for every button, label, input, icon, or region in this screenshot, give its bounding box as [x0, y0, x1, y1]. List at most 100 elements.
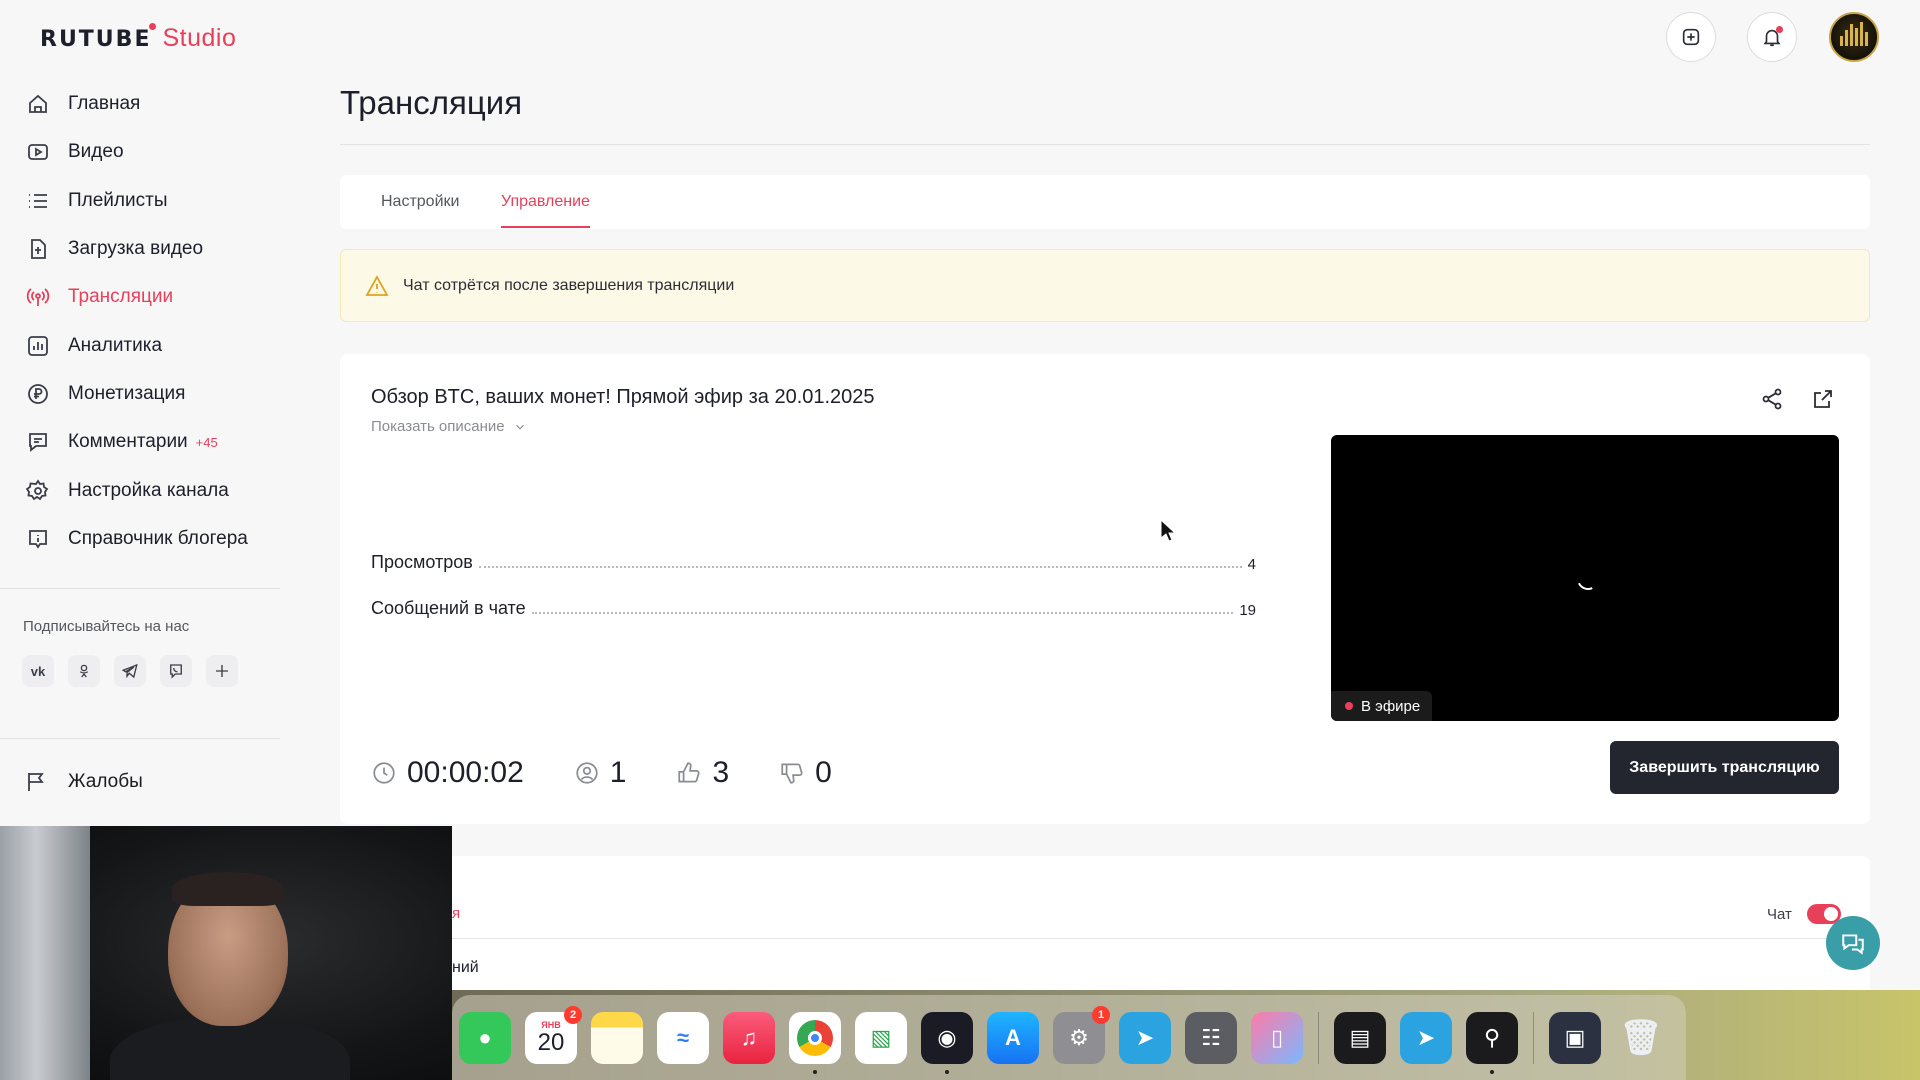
show-description-toggle[interactable]: Показать описание	[371, 418, 527, 435]
playlist-icon	[24, 187, 52, 215]
sidebar-item-label: Главная	[68, 93, 141, 115]
running-indicator	[945, 1069, 949, 1074]
viber-icon[interactable]	[160, 655, 192, 687]
obs-app-icon[interactable]: ◉	[921, 1011, 973, 1074]
live-label: В эфире	[1361, 697, 1421, 715]
sidebar-item-video[interactable]: Видео	[24, 128, 284, 176]
rutube-studio-logo[interactable]: RUTUBE Studio	[40, 23, 237, 58]
messages-app-icon[interactable]: ●	[459, 1011, 511, 1064]
sidebar-item-home[interactable]: Главная	[24, 80, 284, 128]
notes-app-icon[interactable]	[591, 1011, 643, 1064]
calculator-app-icon[interactable]: ☷	[1185, 1011, 1237, 1064]
home-icon	[24, 90, 52, 118]
video-icon	[24, 138, 52, 166]
trash-icon[interactable]: 🗑	[1615, 1012, 1667, 1064]
comments-count-badge: +45	[195, 434, 218, 450]
sidebar-item-channel-settings[interactable]: Настройка канала	[24, 466, 284, 514]
webcam-background	[0, 826, 90, 1080]
dock-separator	[1318, 1011, 1319, 1064]
share-icon	[1762, 388, 1782, 410]
dislikes-value: 0	[815, 756, 832, 789]
analytics-icon	[24, 332, 52, 360]
tab-settings[interactable]: Настройки	[381, 193, 459, 211]
follow-us-label: Подписывайтесь на нас	[23, 618, 190, 635]
chat-panel-subheading: ний	[452, 959, 479, 976]
duration-metric: 00:00:02	[371, 756, 524, 790]
chat-toggle-label: Чат	[1767, 906, 1792, 923]
ok-icon[interactable]	[68, 655, 100, 687]
macos-dock: ● ЯНВ 20 2 ≈ ♫ ▧ ◉ A ⚙ 1 ➤ ☷ ▯ ▤ ➤ ⚲ ▣ 🗑	[452, 995, 1686, 1080]
webcam-person-hair	[172, 872, 284, 906]
piano-app-icon[interactable]: ▤	[1334, 1011, 1386, 1064]
sidebar-item-monetization[interactable]: Монетизация	[24, 370, 284, 418]
sidebar-item-analytics[interactable]: Аналитика	[24, 321, 284, 369]
tab-management[interactable]: Управление	[501, 193, 590, 228]
help-chat-button[interactable]	[1826, 916, 1880, 970]
sidebar-divider	[0, 588, 280, 589]
recent-window-thumbnail[interactable]: ▣	[1549, 1011, 1601, 1064]
running-indicator	[813, 1069, 817, 1074]
notification-dot	[1776, 26, 1783, 33]
chevron-down-icon	[515, 424, 524, 430]
sidebar-item-playlists[interactable]: Плейлисты	[24, 177, 284, 225]
title-divider	[340, 144, 1870, 145]
calendar-app-icon[interactable]: ЯНВ 20 2	[525, 1005, 582, 1064]
gear-icon	[24, 477, 52, 505]
sidebar-item-broadcasts[interactable]: Трансляции	[24, 273, 284, 321]
freeform-app-icon[interactable]: ≈	[657, 1011, 709, 1064]
sidebar-item-blogger-guide[interactable]: Справочник блогера	[24, 515, 284, 563]
numbers-app-icon[interactable]: ▧	[855, 1011, 907, 1064]
logo-secondary: Studio	[162, 24, 237, 52]
stat-chat-messages: Сообщений в чате 19	[371, 598, 1256, 619]
share-button[interactable]	[1760, 387, 1786, 413]
app-store-icon[interactable]: A	[987, 1011, 1039, 1064]
music-app-icon[interactable]: ♫	[723, 1011, 775, 1064]
stream-preview-player[interactable]: В эфире	[1331, 435, 1839, 721]
duration-value: 00:00:02	[407, 756, 524, 789]
chat-panel-tab[interactable]: я	[452, 905, 460, 922]
webcam-overlay	[0, 826, 452, 1080]
notifications-button[interactable]	[1747, 12, 1797, 62]
sidebar-item-upload[interactable]: Загрузка видео	[24, 225, 284, 273]
create-button[interactable]	[1666, 12, 1716, 62]
likes-value: 3	[712, 756, 730, 789]
more-socials-icon[interactable]	[206, 655, 238, 687]
vk-icon[interactable]: vk	[22, 655, 54, 687]
user-avatar[interactable]	[1829, 12, 1879, 62]
stream-metrics: 00:00:02 1 3 0	[371, 756, 882, 790]
sidebar-item-complaints[interactable]: Жалобы	[24, 770, 143, 794]
telegram-app-icon[interactable]: ➤	[1119, 1011, 1171, 1064]
settings-badge: 1	[1092, 1005, 1110, 1024]
viewers-metric: 1	[574, 756, 626, 790]
quicktime-app-icon[interactable]: ⚲	[1466, 1011, 1518, 1074]
sidebar-item-label: Видео	[68, 141, 124, 163]
chat-bubbles-icon	[1842, 934, 1864, 955]
info-icon	[24, 525, 52, 553]
telegram-app-icon[interactable]: ➤	[1400, 1011, 1452, 1064]
comment-icon	[24, 428, 52, 456]
sidebar-item-label: Трансляции	[68, 286, 174, 308]
chat-panel-divider	[340, 938, 1870, 939]
open-external-button[interactable]	[1811, 387, 1837, 413]
stat-label: Сообщений в чате	[371, 598, 526, 618]
system-settings-icon[interactable]: ⚙ 1	[1053, 1005, 1110, 1064]
thumbs-down-icon	[781, 763, 803, 784]
logo-primary: RUTUBE	[40, 27, 152, 52]
logo-dot	[149, 23, 157, 30]
page-title: Трансляция	[340, 84, 523, 121]
stat-label: Просмотров	[371, 552, 473, 572]
running-indicator	[1490, 1069, 1494, 1074]
live-dot	[1345, 702, 1353, 710]
sidebar-item-comments[interactable]: Комментарии +45	[24, 418, 284, 466]
calendar-badge: 2	[564, 1005, 582, 1024]
iphone-mirroring-icon[interactable]: ▯	[1251, 1011, 1303, 1064]
telegram-icon[interactable]	[114, 655, 146, 687]
external-link-icon	[1814, 390, 1832, 408]
chrome-app-icon[interactable]	[789, 1011, 841, 1074]
stat-views: Просмотров 4	[371, 552, 1256, 573]
chat-panel-card: я ний Чат	[340, 856, 1870, 1000]
sidebar-item-label: Плейлисты	[68, 189, 168, 211]
show-description-label: Показать описание	[371, 418, 505, 435]
stat-leader	[478, 566, 1242, 568]
end-stream-button[interactable]: Завершить трансляцию	[1610, 741, 1839, 794]
